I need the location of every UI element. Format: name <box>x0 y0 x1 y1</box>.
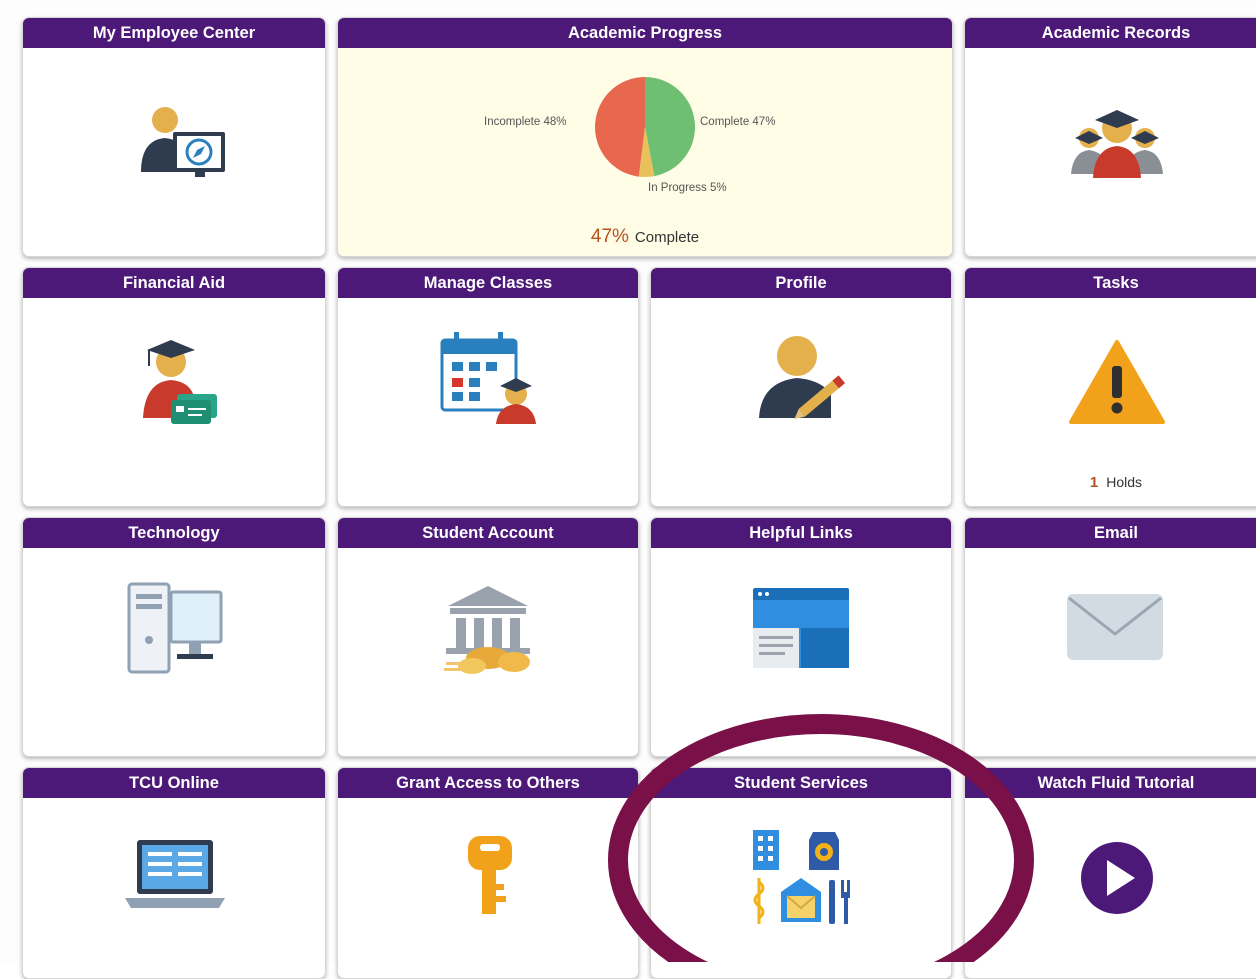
holds-label: Holds <box>1106 474 1143 490</box>
tile-body <box>651 798 951 978</box>
tile-my-employee-center[interactable]: My Employee Center <box>22 17 326 257</box>
tile-body <box>23 798 325 978</box>
tile-tasks[interactable]: Tasks 1 Holds <box>964 267 1256 507</box>
tile-body <box>23 548 325 756</box>
pie-slice-0 <box>645 77 695 177</box>
tile-title: Grant Access to Others <box>338 768 638 798</box>
key-icon <box>468 836 512 914</box>
tile-body: 1 Holds <box>965 298 1256 506</box>
pie-label-in-progress: In Progress 5% <box>648 182 727 194</box>
tile-title: Email <box>965 518 1256 548</box>
tile-financial-aid[interactable]: Financial Aid <box>22 267 326 507</box>
tile-manage-classes[interactable]: Manage Classes <box>337 267 639 507</box>
progress-summary-label: Complete <box>634 229 700 246</box>
tile-title: Student Services <box>651 768 951 798</box>
progress-pie-chart <box>594 77 695 177</box>
envelope-icon <box>1067 594 1163 660</box>
graduates-icon <box>1071 110 1163 178</box>
homepage-canvas: My Employee Center Academic Progress Inc… <box>0 0 1256 979</box>
laptop-icon <box>125 840 225 908</box>
pie-slice-2 <box>594 77 645 177</box>
tile-body <box>965 548 1256 756</box>
tile-title: Academic Progress <box>338 18 952 48</box>
calendar-student-icon <box>440 332 536 424</box>
tile-body <box>23 298 325 506</box>
play-icon <box>1081 842 1153 914</box>
holds-count: 1 <box>1089 474 1099 491</box>
tile-title: Technology <box>23 518 325 548</box>
tile-student-account[interactable]: Student Account <box>337 517 639 757</box>
tile-grant-access[interactable]: Grant Access to Others <box>337 767 639 979</box>
tile-body <box>965 798 1256 978</box>
tile-body <box>651 548 951 756</box>
tile-academic-progress[interactable]: Academic Progress Incomplete 48% Complet… <box>337 17 953 257</box>
tile-title: Watch Fluid Tutorial <box>965 768 1256 798</box>
tile-title: Student Account <box>338 518 638 548</box>
tile-body <box>338 798 638 978</box>
tile-body: Incomplete 48% Complete 47% In Progress … <box>338 48 952 256</box>
tile-profile[interactable]: Profile <box>650 267 952 507</box>
tile-tcu-online[interactable]: TCU Online <box>22 767 326 979</box>
tile-student-services[interactable]: Student Services <box>650 767 952 979</box>
warning-icon <box>1069 340 1165 424</box>
tile-title: Tasks <box>965 268 1256 298</box>
campus-services-icon <box>753 830 850 924</box>
tile-body <box>338 298 638 506</box>
tile-title: TCU Online <box>23 768 325 798</box>
user-edit-icon <box>759 336 846 420</box>
tile-email[interactable]: Email <box>964 517 1256 757</box>
pie-label-incomplete: Incomplete 48% <box>484 116 567 128</box>
tile-title: My Employee Center <box>23 18 325 48</box>
progress-percent: 47% <box>590 226 629 247</box>
tile-title: Academic Records <box>965 18 1256 48</box>
bank-coins-icon <box>444 586 530 674</box>
tile-helpful-links[interactable]: Helpful Links <box>650 517 952 757</box>
pie-label-complete: Complete 47% <box>700 116 776 128</box>
tile-title: Helpful Links <box>651 518 951 548</box>
tile-body <box>23 48 325 256</box>
desktop-computer-icon <box>127 582 223 674</box>
tile-title: Manage Classes <box>338 268 638 298</box>
progress-summary: 47% Complete <box>338 226 952 248</box>
tile-body <box>965 48 1256 256</box>
graduate-card-icon <box>143 340 217 424</box>
tile-academic-records[interactable]: Academic Records <box>964 17 1256 257</box>
holds-summary: 1 Holds <box>965 474 1256 491</box>
browser-window-icon <box>753 588 849 668</box>
tile-body <box>651 298 951 506</box>
tile-watch-fluid-tutorial[interactable]: Watch Fluid Tutorial <box>964 767 1256 979</box>
employee-monitor-icon <box>141 107 225 177</box>
tile-technology[interactable]: Technology <box>22 517 326 757</box>
tile-title: Financial Aid <box>23 268 325 298</box>
tile-title: Profile <box>651 268 951 298</box>
tile-body <box>338 548 638 756</box>
